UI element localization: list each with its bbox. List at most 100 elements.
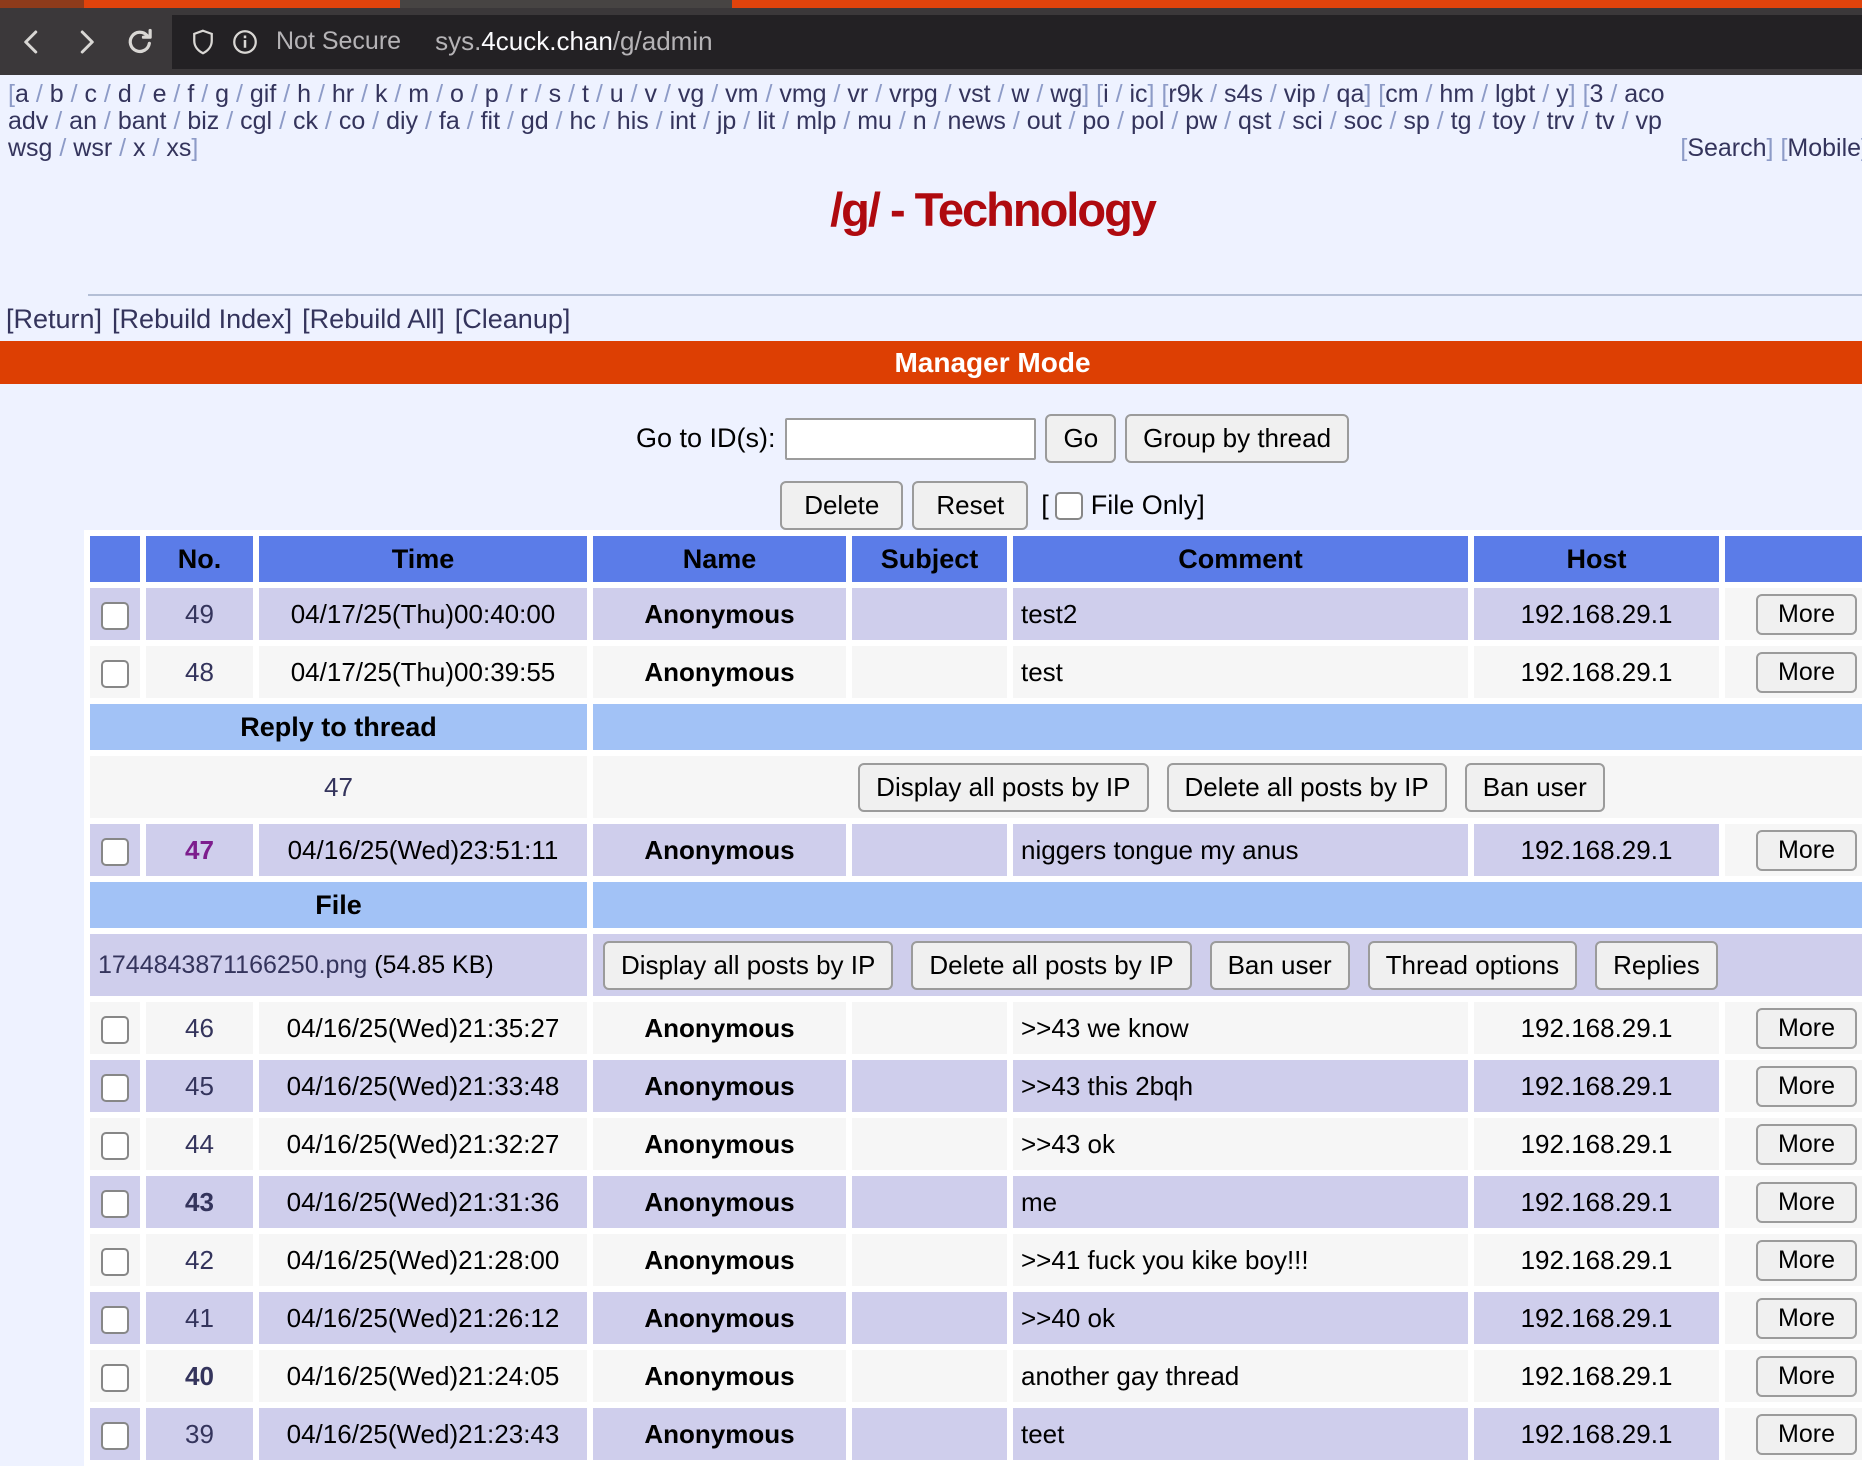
back-button[interactable] [10,17,54,67]
post-subject [852,646,1007,698]
nav-separator: / [71,81,78,108]
post-row-48: 4804/17/25(Thu)00:39:55Anonymoustest192.… [90,646,1862,698]
board-nav-line2[interactable]: adv / an / bant / biz / cgl / ck / co / … [8,108,1854,135]
select-post-checkbox[interactable] [101,1364,129,1392]
more-button[interactable]: More [1756,830,1857,871]
post-comment: >>40 ok [1013,1292,1468,1344]
col-subject: Subject [852,536,1007,582]
reload-button[interactable] [118,17,162,67]
url-prefix: sys. [435,26,481,56]
post-no-cell: 41 [146,1292,253,1344]
site-info-icon[interactable] [230,27,260,57]
nav-separator: ] [1082,81,1089,108]
select-post-checkbox[interactable] [101,1248,129,1276]
back-icon [17,27,47,57]
rebuild-index-link[interactable]: [Rebuild Index] [112,304,292,334]
forward-button[interactable] [64,17,108,67]
more-button[interactable]: More [1756,1124,1857,1165]
post-more-cell: More [1725,1292,1862,1344]
more-button[interactable]: More [1756,594,1857,635]
post-subject [852,588,1007,640]
reset-button[interactable]: Reset [912,481,1028,530]
more-button[interactable]: More [1756,1298,1857,1339]
nav-separator: ] [1148,81,1155,108]
thread-options-button[interactable]: Thread options [1368,941,1577,990]
post-select-cell [90,588,140,640]
delete-button[interactable]: Delete [780,481,903,530]
select-post-checkbox[interactable] [101,1306,129,1334]
post-number-link[interactable]: 40 [185,1361,214,1391]
post-select-cell [90,1350,140,1402]
url-bar[interactable]: Not Secure sys.4cuck.chan/g/admin [172,15,1862,69]
post-host: 192.168.29.1 [1474,1350,1719,1402]
post-comment: >>43 ok [1013,1118,1468,1170]
post-number-link[interactable]: 48 [185,657,214,687]
ban-user-button[interactable]: Ban user [1210,941,1350,990]
nav-separator: [ [1680,134,1687,162]
select-post-checkbox[interactable] [101,1132,129,1160]
post-host: 192.168.29.1 [1474,1408,1719,1460]
more-button[interactable]: More [1756,1356,1857,1397]
display-all-posts-by-ip-button[interactable]: Display all posts by IP [603,941,893,990]
post-number-link[interactable]: 43 [185,1187,214,1217]
post-number-link[interactable]: 45 [185,1071,214,1101]
post-number-link[interactable]: 41 [185,1303,214,1333]
post-name: Anonymous [593,1176,846,1228]
display-all-posts-by-ip-button[interactable]: Display all posts by IP [858,763,1148,812]
more-button[interactable]: More [1756,1414,1857,1455]
post-number-link[interactable]: 39 [185,1419,214,1449]
select-post-checkbox[interactable] [101,602,129,630]
post-name: Anonymous [593,646,846,698]
select-post-checkbox[interactable] [101,1190,129,1218]
nav-separator: / [765,81,772,108]
rebuild-all-link[interactable]: [Rebuild All] [302,304,445,334]
select-post-checkbox[interactable] [101,1074,129,1102]
nav-separator: / [104,108,111,135]
post-no-cell: 46 [146,1002,253,1054]
select-post-checkbox[interactable] [101,1422,129,1450]
select-post-checkbox[interactable] [101,1016,129,1044]
post-select-cell [90,1292,140,1344]
post-number-link[interactable]: 46 [185,1013,214,1043]
more-button[interactable]: More [1756,1182,1857,1223]
file-link[interactable]: 1744843871166250.png [98,951,367,979]
select-post-checkbox[interactable] [101,838,129,866]
more-button[interactable]: More [1756,1008,1857,1049]
file-only-checkbox[interactable] [1055,492,1083,520]
cleanup-link[interactable]: [Cleanup] [455,304,571,334]
post-no-cell: 39 [146,1408,253,1460]
post-number-link[interactable]: 44 [185,1129,214,1159]
delete-all-posts-by-ip-button[interactable]: Delete all posts by IP [1167,763,1447,812]
delete-all-posts-by-ip-button[interactable]: Delete all posts by IP [911,941,1191,990]
actions-buttons-cell: Display all posts by IP Delete all posts … [593,934,1862,996]
post-number-link[interactable]: 49 [185,599,214,629]
board-nav-line3[interactable]: wsg / wsr / x / xs] [8,135,198,162]
more-button[interactable]: More [1756,1066,1857,1107]
board-nav-search-mobile[interactable]: [Search] [Mobile] [1680,135,1862,162]
more-button[interactable]: More [1756,652,1857,693]
return-link[interactable]: [Return] [6,304,102,334]
nav-separator: / [318,81,325,108]
board-nav-line1[interactable]: [a / b / c / d / e / f / g / gif / h / h… [8,81,1854,108]
ban-user-button[interactable]: Ban user [1465,763,1605,812]
post-number-link[interactable]: 47 [185,835,214,865]
post-no-cell: 44 [146,1118,253,1170]
select-post-checkbox[interactable] [101,660,129,688]
go-button[interactable]: Go [1045,414,1116,463]
goto-id-input[interactable] [785,418,1036,460]
address-text[interactable]: sys.4cuck.chan/g/admin [435,26,713,57]
post-row-40: 4004/16/25(Wed)21:24:05Anonymousanother … [90,1350,1862,1402]
goto-form: Go to ID(s): Go Group by thread [0,414,1862,463]
nav-separator: / [1390,108,1397,135]
more-button[interactable]: More [1756,1240,1857,1281]
post-subject [852,1234,1007,1286]
post-more-cell: More [1725,1118,1862,1170]
post-number-link[interactable]: 42 [185,1245,214,1275]
nav-separator: / [425,108,432,135]
nav-separator: / [568,81,575,108]
nav-separator: / [703,108,710,135]
replies-button[interactable]: Replies [1595,941,1718,990]
reload-icon [124,26,156,58]
group-by-thread-button[interactable]: Group by thread [1125,414,1349,463]
shield-icon[interactable] [188,27,218,57]
